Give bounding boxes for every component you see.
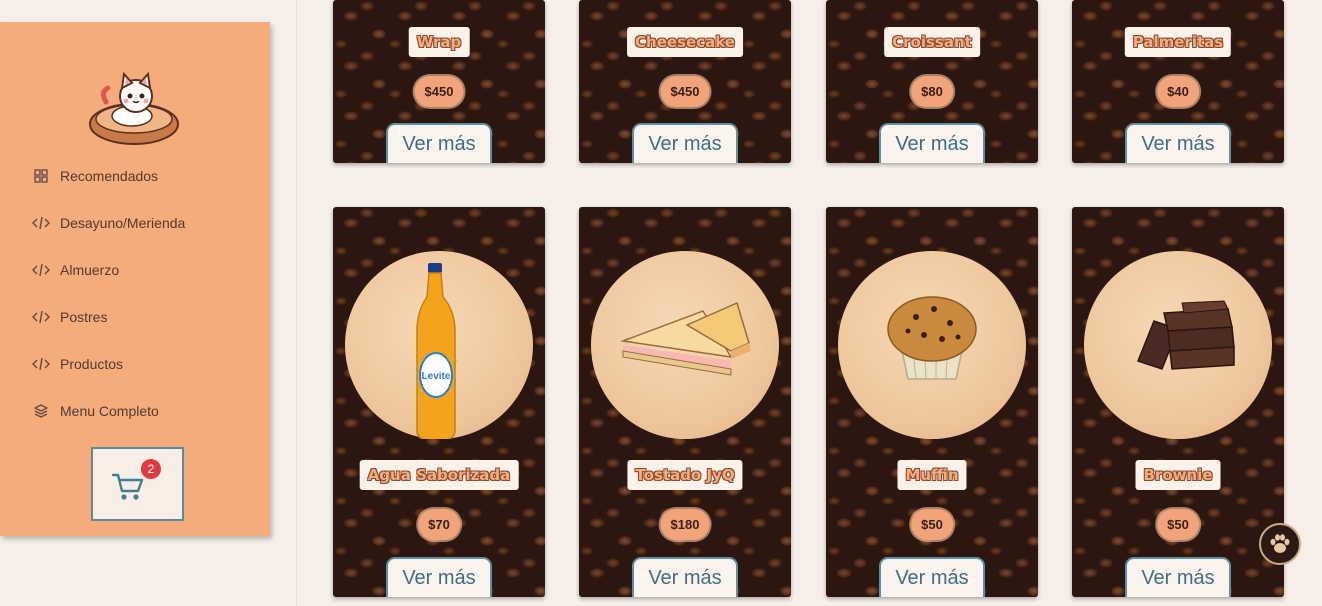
product-name: Brownie (1135, 460, 1221, 490)
product-card: Palmeritas $40 Ver más (1072, 0, 1284, 163)
product-name: Agua Saborizada (359, 460, 519, 490)
product-name: Croissant (884, 27, 980, 57)
content-divider (296, 0, 297, 606)
sidebar-item-label: Productos (60, 356, 124, 372)
product-image-bottle: Levite (345, 251, 533, 439)
product-price: $50 (1157, 509, 1199, 540)
product-card: Tostado JyQ $180 Ver más (579, 207, 791, 597)
ver-mas-button[interactable]: Ver más (386, 557, 492, 597)
cart-icon (111, 473, 144, 500)
sidebar-item-postres[interactable]: Postres (32, 306, 107, 328)
ver-mas-button[interactable]: Ver más (1125, 123, 1231, 163)
paw-floating-button[interactable] (1259, 523, 1301, 565)
product-name: Wrap (408, 27, 470, 57)
sidebar-item-label: Almuerzo (60, 262, 120, 278)
sidebar-item-desayuno-merienda[interactable]: Desayuno/Merienda (32, 212, 185, 234)
paw-icon (1270, 534, 1290, 553)
product-card: Muffin $50 Ver más (826, 207, 1038, 597)
ver-mas-button[interactable]: Ver más (632, 557, 738, 597)
code-icon (32, 355, 50, 373)
product-card: Levite Agua Saborizada $70 Ver más (333, 207, 545, 597)
sidebar-item-almuerzo[interactable]: Almuerzo (32, 259, 119, 281)
product-price: $50 (911, 509, 953, 540)
product-image-sandwich (591, 251, 779, 439)
sidebar-item-label: Menu Completo (60, 403, 159, 419)
ver-mas-button[interactable]: Ver más (386, 123, 492, 163)
product-price: $450 (660, 76, 710, 107)
product-image-brownie (1084, 251, 1272, 439)
product-price: $70 (418, 509, 460, 540)
cat-logo[interactable] (86, 71, 182, 150)
svg-text:Levite: Levite (422, 371, 451, 382)
ver-mas-button[interactable]: Ver más (879, 123, 985, 163)
sidebar-item-label: Recomendados (60, 168, 159, 184)
product-name: Cheesecake (627, 27, 743, 57)
product-card: Brownie $50 Ver más (1072, 207, 1284, 597)
product-card: Wrap $450 Ver más (333, 0, 545, 163)
sidebar-item-label: Desayuno/Merienda (60, 215, 186, 231)
product-price: $450 (414, 76, 464, 107)
product-name: Palmeritas (1124, 27, 1232, 57)
product-price: $40 (1157, 76, 1199, 107)
product-name: Tostado JyQ (627, 460, 743, 490)
code-icon (32, 261, 50, 279)
sidebar-item-label: Postres (60, 309, 108, 325)
sidebar-item-productos[interactable]: Productos (32, 353, 123, 375)
product-price: $80 (911, 76, 953, 107)
code-icon (32, 214, 50, 232)
code-icon (32, 308, 50, 326)
product-card: Cheesecake $450 Ver más (579, 0, 791, 163)
ver-mas-button[interactable]: Ver más (1125, 557, 1231, 597)
grid-icon (32, 167, 50, 185)
product-price: $180 (660, 509, 710, 540)
ver-mas-button[interactable]: Ver más (632, 123, 738, 163)
product-image-muffin (838, 251, 1026, 439)
sidebar-item-menu-completo[interactable]: Menu Completo (32, 400, 159, 422)
sidebar-item-recomendados[interactable]: Recomendados (32, 165, 158, 187)
cart-button[interactable]: 2 (91, 447, 184, 521)
product-name: Muffin (897, 460, 967, 490)
sidebar: Recomendados Desayuno/Merienda Almuerzo … (0, 22, 270, 536)
cart-count-badge: 2 (141, 459, 161, 479)
layers-icon (32, 402, 50, 420)
ver-mas-button[interactable]: Ver más (879, 557, 985, 597)
product-card: Croissant $80 Ver más (826, 0, 1038, 163)
